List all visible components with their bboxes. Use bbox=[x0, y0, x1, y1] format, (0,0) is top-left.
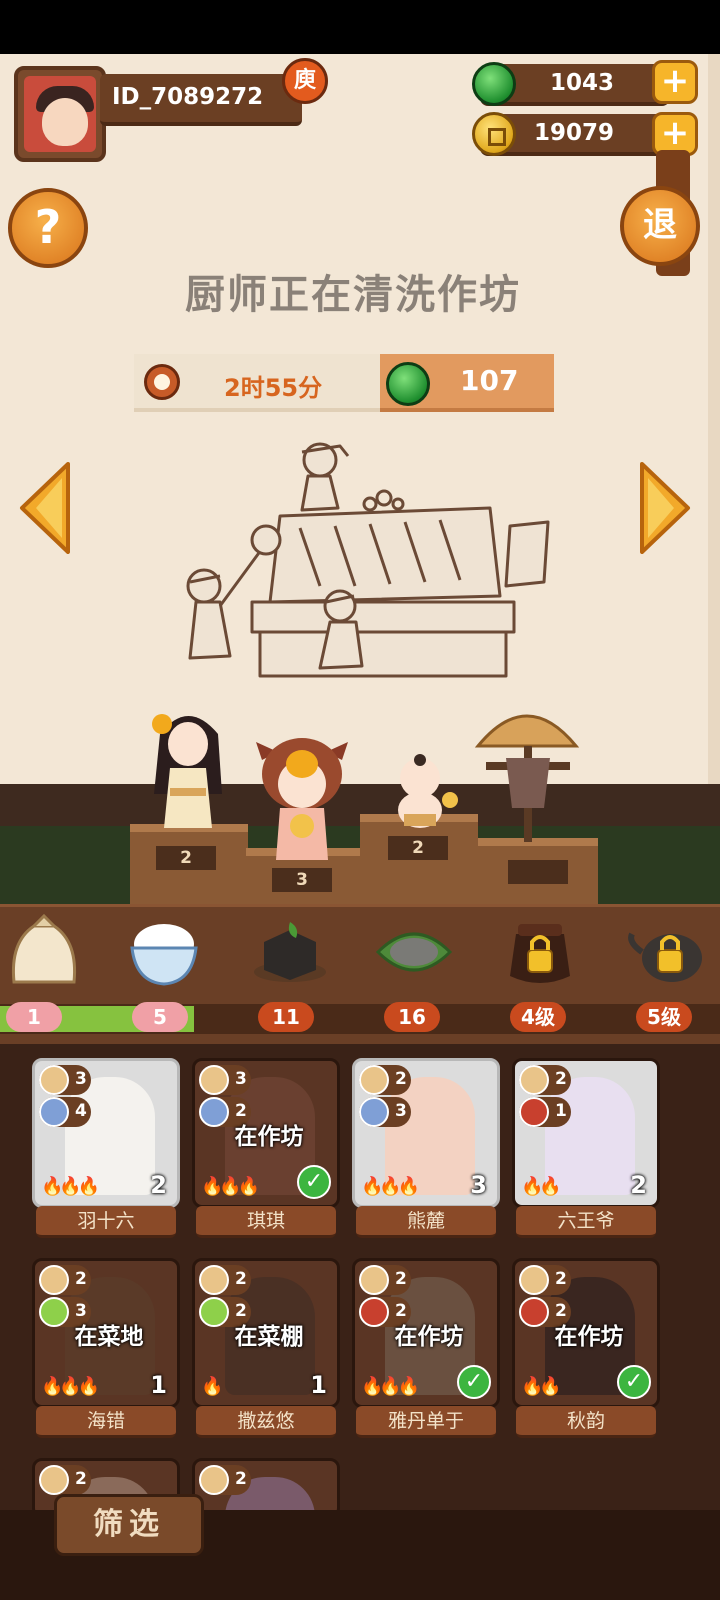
basket-icon bbox=[199, 1065, 229, 1095]
ingredient-level: 11 bbox=[258, 1002, 314, 1032]
chef-yushiliu-figure[interactable] bbox=[148, 704, 228, 834]
filter-button[interactable]: 筛选 bbox=[54, 1494, 204, 1556]
chef-card[interactable]: 2 1 🔥🔥 2 bbox=[512, 1058, 660, 1208]
basket-icon bbox=[519, 1265, 549, 1295]
status-bar bbox=[0, 0, 720, 54]
meat-icon bbox=[519, 1097, 549, 1127]
workshop-status-title: 厨师正在清洗作坊 bbox=[185, 272, 521, 318]
chef-level: 2 bbox=[150, 1171, 167, 1199]
chef-name: 雅丹单于 bbox=[356, 1406, 496, 1438]
tofu-icon[interactable] bbox=[250, 912, 330, 992]
flame-rating-icon: 🔥🔥🔥 bbox=[361, 1176, 420, 1197]
add-jade-button[interactable]: + bbox=[652, 60, 698, 104]
coin-icon bbox=[472, 112, 516, 156]
chef-status: 在作坊 bbox=[394, 1324, 464, 1350]
chef-name: 海错 bbox=[36, 1406, 176, 1438]
basket-icon bbox=[39, 1465, 69, 1495]
chef-card[interactable]: 2 2 在作坊 🔥🔥🔥 ✓ bbox=[352, 1258, 500, 1408]
basket-icon bbox=[199, 1465, 229, 1495]
chef-name: 秋韵 bbox=[516, 1406, 656, 1438]
player-id-text: ID_7089272 bbox=[112, 84, 264, 110]
help-button[interactable]: ? bbox=[8, 188, 88, 268]
locked-teapot-icon[interactable] bbox=[628, 912, 708, 992]
pedestal-level bbox=[508, 860, 568, 884]
chef-name: 撒兹悠 bbox=[196, 1406, 336, 1438]
previous-arrow-icon[interactable] bbox=[16, 462, 72, 554]
flame-rating-icon: 🔥🔥🔥 bbox=[41, 1376, 100, 1397]
pedestal-level: 2 bbox=[388, 836, 448, 860]
avatar-portrait bbox=[24, 76, 96, 152]
flame-rating-icon: 🔥🔥🔥 bbox=[201, 1176, 260, 1197]
flame-rating-icon: 🔥🔥 bbox=[521, 1376, 562, 1397]
player-avatar[interactable] bbox=[14, 66, 106, 162]
exit-button[interactable]: 退 bbox=[620, 186, 700, 266]
cleaning-timer: 2时55分 bbox=[134, 354, 384, 412]
flame-rating-icon: 🔥 bbox=[201, 1376, 224, 1397]
chef-status: 在作坊 bbox=[554, 1324, 624, 1350]
jade-icon bbox=[386, 362, 430, 406]
chef-name: 琪琪 bbox=[196, 1206, 336, 1238]
chef-name: 羽十六 bbox=[36, 1206, 176, 1238]
ingredient-level: 5 bbox=[132, 1002, 188, 1032]
jade-icon bbox=[472, 62, 516, 106]
chef-level: 1 bbox=[150, 1371, 167, 1399]
cleaning-workshop-sketch bbox=[186, 442, 550, 678]
chef-baby-figure[interactable] bbox=[384, 752, 460, 832]
ingredient-level: 16 bbox=[384, 1002, 440, 1032]
rice-bowl-icon[interactable] bbox=[124, 912, 204, 992]
flame-rating-icon: 🔥🔥 bbox=[521, 1176, 562, 1197]
ingredient-level: 1 bbox=[6, 1002, 62, 1032]
check-icon: ✓ bbox=[457, 1365, 491, 1399]
scarecrow-placeholder[interactable] bbox=[472, 696, 582, 846]
leaf-grain-icon[interactable] bbox=[374, 912, 454, 992]
speedup-cost-button[interactable]: 107 bbox=[380, 354, 554, 412]
chef-level: 2 bbox=[630, 1171, 647, 1199]
timer-text: 2时55分 bbox=[224, 374, 323, 402]
chef-card[interactable]: 2 2 在菜棚 🔥 1 bbox=[192, 1258, 340, 1408]
chef-level: 3 bbox=[470, 1171, 487, 1199]
check-icon: ✓ bbox=[617, 1365, 651, 1399]
basket-icon bbox=[359, 1065, 389, 1095]
chef-name: 六王爷 bbox=[516, 1206, 656, 1238]
flour-sack-icon[interactable] bbox=[4, 912, 84, 992]
chef-card[interactable]: 3 4 🔥🔥🔥 2 bbox=[32, 1058, 180, 1208]
player-title-badge[interactable]: 庾 bbox=[282, 58, 328, 104]
coin-balance: 19079 bbox=[533, 120, 614, 146]
chef-xionglu-figure[interactable] bbox=[252, 730, 352, 862]
basket-icon bbox=[199, 1265, 229, 1295]
chef-status: 在菜地 bbox=[74, 1324, 144, 1350]
chef-status: 在菜棚 bbox=[234, 1324, 304, 1350]
fish-icon bbox=[359, 1097, 389, 1127]
fish-icon bbox=[39, 1097, 69, 1127]
flame-rating-icon: 🔥🔥🔥 bbox=[361, 1376, 420, 1397]
basket-icon bbox=[39, 1065, 69, 1095]
jade-balance: 1043 bbox=[549, 70, 614, 96]
next-arrow-icon[interactable] bbox=[638, 462, 694, 554]
check-icon: ✓ bbox=[297, 1165, 331, 1199]
speedup-cost: 107 bbox=[460, 364, 519, 397]
chef-card[interactable]: 3 2 在作坊 🔥🔥🔥 ✓ bbox=[192, 1058, 340, 1208]
flame-rating-icon: 🔥🔥🔥 bbox=[41, 1176, 100, 1197]
pedestal-level: 2 bbox=[156, 846, 216, 870]
locked-jar-icon[interactable] bbox=[500, 912, 580, 992]
ingredient-level: 5级 bbox=[636, 1002, 692, 1032]
chef-card[interactable]: 2 2 在作坊 🔥🔥 ✓ bbox=[512, 1258, 660, 1408]
basket-icon bbox=[39, 1265, 69, 1295]
chef-status: 在作坊 bbox=[234, 1124, 304, 1150]
player-id-bar[interactable]: ID_7089272 bbox=[100, 74, 302, 126]
chef-card[interactable]: 2 3 在菜地 🔥🔥🔥 1 bbox=[32, 1258, 180, 1408]
chef-name: 熊麓 bbox=[356, 1206, 496, 1238]
chef-card[interactable]: 2 3 🔥🔥🔥 3 bbox=[352, 1058, 500, 1208]
basket-icon bbox=[359, 1265, 389, 1295]
chef-level: 1 bbox=[310, 1371, 327, 1399]
basket-icon bbox=[519, 1065, 549, 1095]
ingredient-level: 4级 bbox=[510, 1002, 566, 1032]
pedestal-level: 3 bbox=[272, 868, 332, 892]
alarm-clock-icon bbox=[144, 364, 180, 400]
chef-card[interactable]: 2 bbox=[192, 1458, 340, 1518]
